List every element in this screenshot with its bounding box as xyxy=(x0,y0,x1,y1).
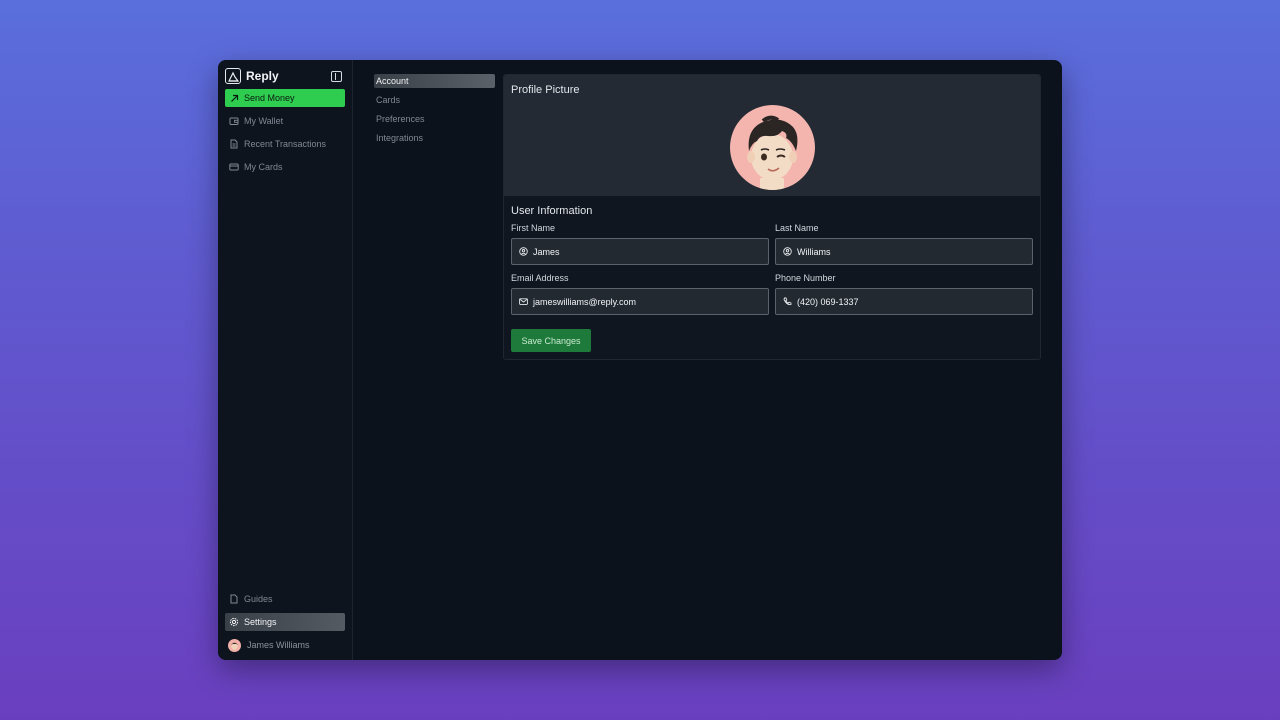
app-window: Reply Send Money My Wallet Recent Transa… xyxy=(218,60,1062,660)
first-name-field: First Name James xyxy=(511,223,769,265)
email-input[interactable]: jameswilliams@reply.com xyxy=(511,288,769,315)
arrow-up-right-icon xyxy=(229,93,239,103)
card-icon xyxy=(229,162,239,172)
first-name-label: First Name xyxy=(511,223,556,233)
subnav-item-account[interactable]: Account xyxy=(374,74,495,88)
email-field: Email Address jameswilliams@reply.com xyxy=(511,273,769,315)
last-name-value: Williams xyxy=(797,246,831,257)
sidebar-item-label: Guides xyxy=(244,594,273,604)
profile-picture-section: Profile Picture xyxy=(504,75,1040,196)
user-circle-icon xyxy=(783,247,792,256)
phone-icon xyxy=(783,297,792,306)
sidebar-item-settings[interactable]: Settings xyxy=(225,613,345,631)
email-label: Email Address xyxy=(511,273,569,283)
sidebar-item-my-cards[interactable]: My Cards xyxy=(225,158,345,176)
phone-input[interactable]: (420) 069-1337 xyxy=(775,288,1033,315)
sidebar-item-label: My Cards xyxy=(244,162,283,172)
user-name: James Williams xyxy=(247,640,310,650)
first-name-input[interactable]: James xyxy=(511,238,769,265)
save-changes-button[interactable]: Save Changes xyxy=(511,329,591,352)
sidebar-collapse-icon[interactable] xyxy=(331,70,342,82)
user-information-section: User Information First Name James Last N… xyxy=(504,196,1040,359)
user-circle-icon xyxy=(519,247,528,256)
phone-value: (420) 069-1337 xyxy=(797,296,859,307)
last-name-input[interactable]: Williams xyxy=(775,238,1033,265)
sidebar-item-label: Send Money xyxy=(244,93,295,103)
subnav-item-preferences[interactable]: Preferences xyxy=(374,112,495,126)
avatar xyxy=(228,638,241,652)
email-value: jameswilliams@reply.com xyxy=(533,296,636,307)
settings-subnav: Account Cards Preferences Integrations xyxy=(353,60,503,660)
reply-logo-icon xyxy=(225,68,241,84)
profile-picture-title: Profile Picture xyxy=(511,84,580,96)
sidebar-item-label: Settings xyxy=(244,617,277,627)
first-name-value: James xyxy=(533,246,560,257)
last-name-label: Last Name xyxy=(775,223,819,233)
sidebar-bottom: Guides Settings James Williams xyxy=(225,590,345,654)
gear-icon xyxy=(229,617,239,627)
mail-icon xyxy=(519,297,528,306)
sidebar: Reply Send Money My Wallet Recent Transa… xyxy=(218,60,353,660)
wallet-icon xyxy=(229,116,239,126)
user-information-title: User Information xyxy=(511,205,593,217)
user-profile[interactable]: James Williams xyxy=(225,636,345,654)
document-icon xyxy=(229,139,239,149)
subnav-item-cards[interactable]: Cards xyxy=(374,93,495,107)
sidebar-item-send-money[interactable]: Send Money xyxy=(225,89,345,107)
subnav-item-integrations[interactable]: Integrations xyxy=(374,131,495,145)
sidebar-item-guides[interactable]: Guides xyxy=(225,590,345,608)
phone-label: Phone Number xyxy=(775,273,836,283)
account-card: Profile Picture User Information First N… xyxy=(503,74,1041,360)
sidebar-item-my-wallet[interactable]: My Wallet xyxy=(225,112,345,130)
brand-name: Reply xyxy=(246,69,279,83)
sidebar-item-recent-transactions[interactable]: Recent Transactions xyxy=(225,135,345,153)
user-info-form: First Name James Last Name Williams Emai… xyxy=(511,223,1033,323)
phone-field: Phone Number (420) 069-1337 xyxy=(775,273,1033,315)
file-icon xyxy=(229,594,239,604)
last-name-field: Last Name Williams xyxy=(775,223,1033,265)
main-content: Profile Picture User Information First N… xyxy=(503,60,1062,660)
sidebar-item-label: Recent Transactions xyxy=(244,139,327,149)
brand: Reply xyxy=(225,67,345,85)
sidebar-item-label: My Wallet xyxy=(244,116,284,126)
profile-avatar[interactable] xyxy=(730,105,815,190)
